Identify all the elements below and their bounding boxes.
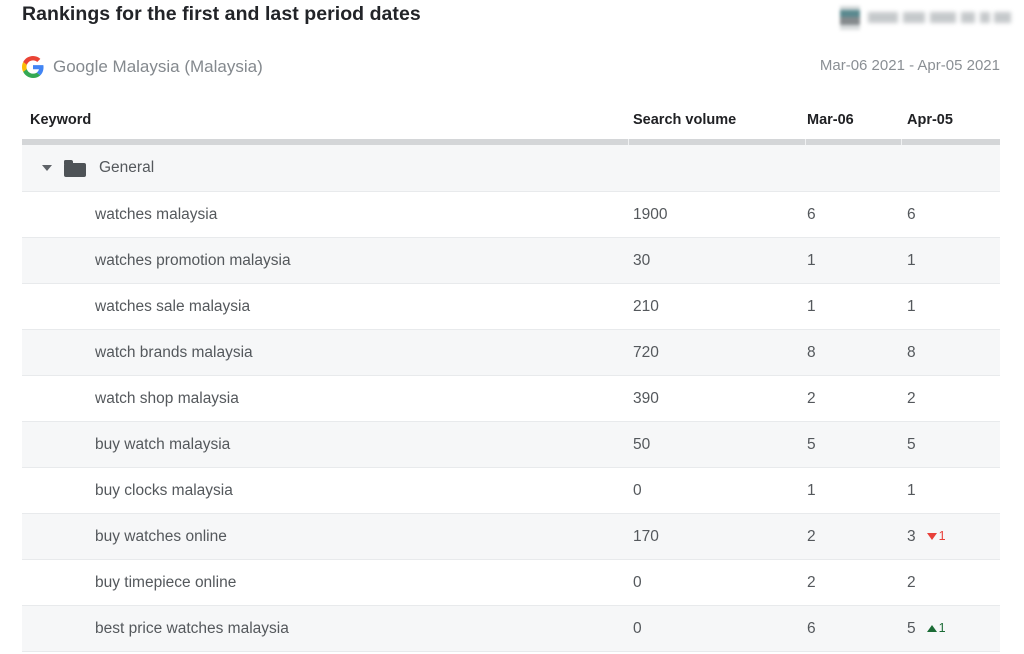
- folder-icon: [64, 159, 86, 177]
- cell-rank-last-date: 5: [907, 422, 916, 467]
- page-title: Rankings for the first and last period d…: [22, 3, 421, 25]
- rank-change-badge: 1: [926, 529, 946, 544]
- cell-rank-last-date: 51: [907, 606, 946, 651]
- table-row[interactable]: watches sale malaysia 210 1 1: [22, 284, 1000, 330]
- cell-rank-last-date: 2: [907, 560, 916, 605]
- rank-value: 8: [907, 343, 916, 361]
- rank-change-badge: 1: [926, 621, 946, 636]
- cell-rank-first-date: 2: [807, 573, 816, 591]
- cell-rank-first-date: 8: [807, 343, 816, 361]
- cell-keyword: watches malaysia: [95, 205, 218, 223]
- date-range-label: Mar-06 2021 - Apr-05 2021: [819, 57, 1000, 74]
- cell-search-volume: 210: [633, 297, 659, 315]
- cell-rank-first-date: 6: [807, 619, 816, 637]
- cell-keyword: buy clocks malaysia: [95, 481, 233, 499]
- table-body: watches malaysia 1900 6 6 watches promotion …: [22, 192, 1000, 652]
- cell-keyword: watch brands malaysia: [95, 343, 253, 361]
- google-g-icon: [22, 56, 44, 78]
- brand-mark-icon: [840, 6, 860, 30]
- table-row[interactable]: watch shop malaysia 390 2 2: [22, 376, 1000, 422]
- cell-rank-last-date: 31: [907, 514, 946, 559]
- column-header-first-date[interactable]: Mar-06: [807, 112, 854, 128]
- rank-value: 1: [907, 251, 916, 269]
- report-page: Rankings for the first and last period d…: [0, 0, 1024, 654]
- cell-rank-first-date: 5: [807, 435, 816, 453]
- column-header-search-volume[interactable]: Search volume: [633, 112, 736, 128]
- rank-value: 2: [907, 573, 916, 591]
- cell-keyword: buy watches online: [95, 527, 227, 545]
- rank-value: 6: [907, 205, 916, 223]
- table-row[interactable]: buy watches online 170 2 3 1: [22, 514, 1000, 560]
- cell-rank-first-date: 1: [807, 481, 816, 499]
- cell-rank-last-date: 1: [907, 468, 916, 513]
- cell-keyword: best price watches malaysia: [95, 619, 289, 637]
- cell-rank-first-date: 2: [807, 527, 816, 545]
- triangle-up-icon: [926, 625, 937, 632]
- cell-search-volume: 170: [633, 527, 659, 545]
- rank-value: 5: [907, 619, 916, 637]
- cell-rank-last-date: 1: [907, 284, 916, 329]
- cell-search-volume: 0: [633, 481, 642, 499]
- rank-value: 3: [907, 527, 916, 545]
- group-row-general[interactable]: General: [22, 145, 1000, 192]
- table-row[interactable]: buy timepiece online 0 2 2: [22, 560, 1000, 606]
- table-row[interactable]: buy clocks malaysia 0 1 1: [22, 468, 1000, 514]
- source-name-label: Google Malaysia (Malaysia): [53, 57, 263, 76]
- cell-search-volume: 30: [633, 251, 651, 269]
- rank-change-value: 1: [938, 529, 946, 544]
- brand-wordmark: [868, 10, 1011, 26]
- cell-keyword: watches sale malaysia: [95, 297, 251, 315]
- cell-search-volume: 0: [633, 573, 642, 591]
- table-header-row: Keyword Search volume Mar-06 Apr-05: [22, 105, 1000, 139]
- cell-rank-first-date: 6: [807, 205, 816, 223]
- cell-keyword: buy watch malaysia: [95, 435, 231, 453]
- cell-search-volume: 50: [633, 435, 651, 453]
- search-engine-source: Google Malaysia (Malaysia): [22, 54, 263, 80]
- column-header-last-date[interactable]: Apr-05: [907, 112, 953, 128]
- triangle-down-icon: [926, 533, 937, 540]
- rank-change-value: 1: [938, 621, 946, 636]
- cell-keyword: watches promotion malaysia: [95, 251, 291, 269]
- cell-rank-first-date: 1: [807, 251, 816, 269]
- table-row[interactable]: watches malaysia 1900 6 6: [22, 192, 1000, 238]
- cell-rank-last-date: 1: [907, 238, 916, 283]
- table-row[interactable]: best price watches malaysia 0 6 5 1: [22, 606, 1000, 652]
- cell-rank-first-date: 1: [807, 297, 816, 315]
- table-row[interactable]: watches promotion malaysia 30 1 1: [22, 238, 1000, 284]
- rank-value: 1: [907, 297, 916, 315]
- cell-rank-last-date: 8: [907, 330, 916, 375]
- cell-rank-last-date: 2: [907, 376, 916, 421]
- cell-rank-first-date: 2: [807, 389, 816, 407]
- cell-search-volume: 1900: [633, 205, 668, 223]
- rank-value: 2: [907, 389, 916, 407]
- cell-rank-last-date: 6: [907, 192, 916, 237]
- cell-search-volume: 720: [633, 343, 659, 361]
- table-row[interactable]: watch brands malaysia 720 8 8: [22, 330, 1000, 376]
- redacted-brand-logo: [836, 5, 1011, 31]
- cell-keyword: buy timepiece online: [95, 573, 237, 591]
- rank-value: 5: [907, 435, 916, 453]
- rankings-table: Keyword Search volume Mar-06 Apr-05 Gene…: [22, 105, 1000, 652]
- chevron-down-icon[interactable]: [42, 165, 52, 171]
- cell-search-volume: 390: [633, 389, 659, 407]
- cell-search-volume: 0: [633, 619, 642, 637]
- group-label: General: [99, 159, 155, 176]
- column-header-keyword[interactable]: Keyword: [30, 112, 91, 128]
- rank-value: 1: [907, 481, 916, 499]
- table-row[interactable]: buy watch malaysia 50 5 5: [22, 422, 1000, 468]
- cell-keyword: watch shop malaysia: [95, 389, 239, 407]
